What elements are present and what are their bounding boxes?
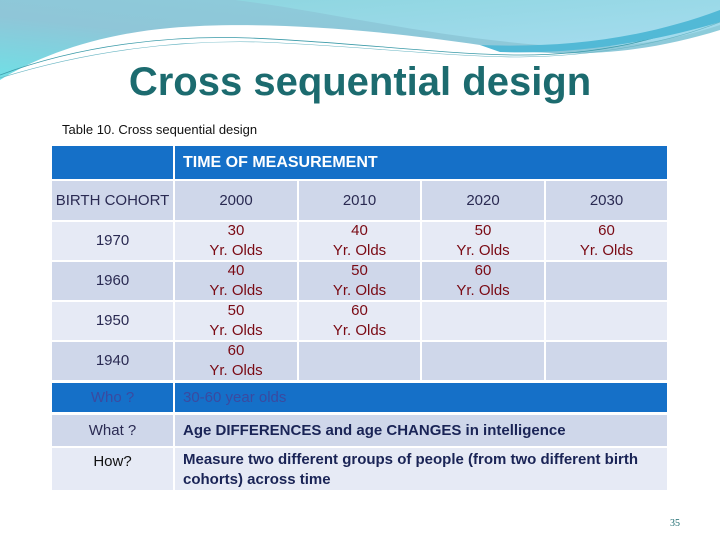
birth-cohort-label: BIRTH COHORT [52,181,173,220]
cohort-label: 1970 [52,222,173,260]
age-number: 60 [474,262,492,279]
age-cell: 50 Yr. Olds [175,302,297,340]
age-cell: 60 Yr. Olds [546,222,667,260]
table-caption: Table 10. Cross sequential design [62,122,258,137]
age-cell [546,262,667,300]
age-cell [546,302,667,340]
age-number: 50 [351,262,368,279]
year-header: 2020 [422,181,544,220]
age-unit: Yr. Olds [332,282,387,299]
age-unit: Yr. Olds [456,242,510,259]
age-cell: 40 Yr. Olds [299,222,420,260]
age-number: 50 [227,302,245,319]
slide-title: Cross sequential design [128,60,592,104]
cohort-label: 1940 [52,342,173,380]
year-header: 2010 [299,181,420,220]
age-unit: Yr. Olds [332,242,387,259]
age-number: 40 [351,222,368,239]
summary-value-who: 30-60 year olds [175,383,667,412]
age-cell: 60 Yr. Olds [175,342,297,380]
page-number: 35 [670,518,680,529]
age-cell: 50 Yr. Olds [422,222,544,260]
age-number: 40 [227,262,245,279]
age-cell: 60 Yr. Olds [422,262,544,300]
age-number: 60 [227,342,245,359]
summary-label-what: What ? [52,415,173,446]
age-cell: 30 Yr. Olds [175,222,297,260]
age-cell: 40 Yr. Olds [175,262,297,300]
age-cell [546,342,667,380]
age-number: 60 [351,302,368,319]
summary-value-what: Age DIFFERENCES and age CHANGES in intel… [175,415,667,446]
age-unit: Yr. Olds [209,362,263,379]
cohort-label: 1960 [52,262,173,300]
year-header: 2000 [175,181,297,220]
age-cell [299,342,420,380]
age-number: 50 [474,222,492,239]
age-cell [422,342,544,380]
age-unit: Yr. Olds [209,282,263,299]
summary-label-who: Who ? [52,383,173,412]
age-unit: Yr. Olds [579,242,634,259]
header-corner [52,146,173,179]
age-cell: 60 Yr. Olds [299,302,420,340]
age-number: 30 [227,222,245,239]
age-unit: Yr. Olds [209,242,263,259]
age-cell [422,302,544,340]
summary-value-how: Measure two different groups of people (… [175,448,667,490]
time-of-measurement-header: TIME OF MEASUREMENT [175,146,667,179]
cohort-label: 1950 [52,302,173,340]
age-unit: Yr. Olds [332,322,387,339]
age-cell: 50 Yr. Olds [299,262,420,300]
age-number: 60 [598,222,615,239]
age-unit: Yr. Olds [456,282,510,299]
summary-label-how: How? [52,448,173,490]
age-unit: Yr. Olds [209,322,263,339]
year-header: 2030 [546,181,667,220]
